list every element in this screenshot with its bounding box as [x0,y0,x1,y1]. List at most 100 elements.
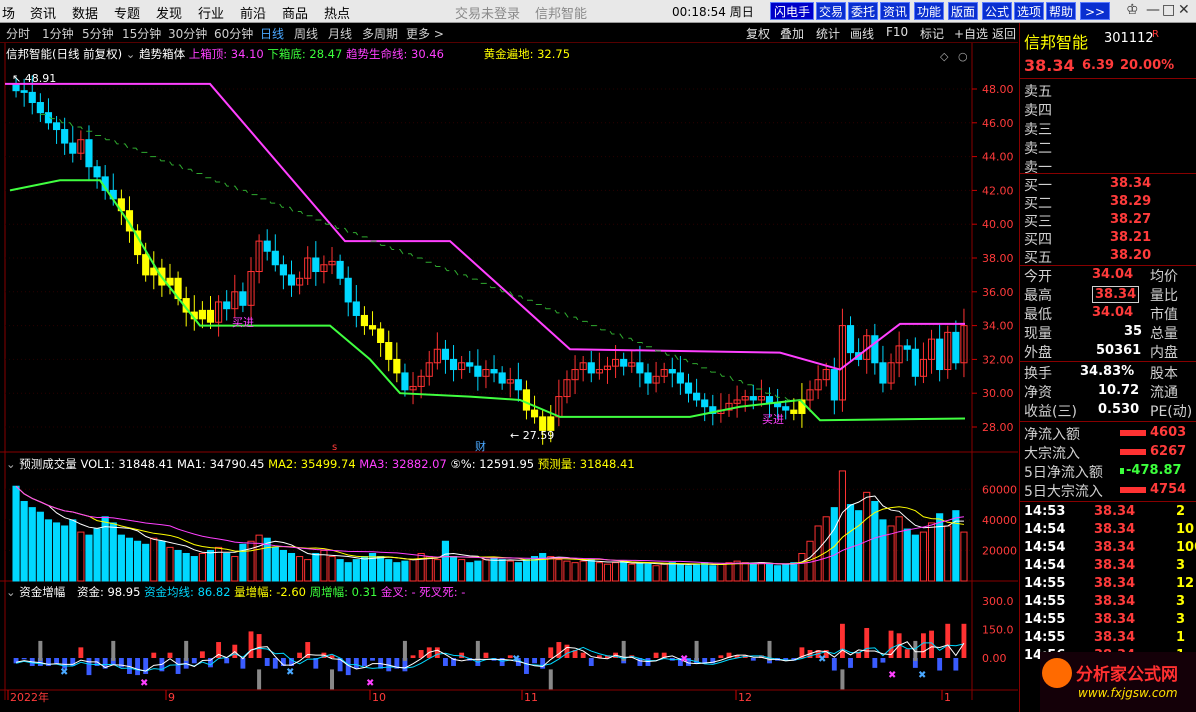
tick-time-0: 14:53 [1024,504,1066,519]
money-avg-label: 资金均线: 86.82 [144,585,231,599]
stat-label2-4: 内盘 [1150,345,1178,361]
buy-4-price: 38.21 [1110,230,1152,245]
volume-bar-52 [433,559,441,582]
candle-body-24 [206,309,215,323]
stock-price: 38.34 [1024,56,1075,75]
vol-legend-toggle-icon[interactable]: ⌄ [6,457,16,471]
buy-2-label[interactable]: 买二 [1024,193,1052,213]
volume-bar-94 [774,565,782,582]
minimize-icon[interactable]: — [1146,2,1160,18]
volume-bar-44 [368,552,377,582]
candle-body-57 [474,365,482,377]
maximize-icon[interactable]: □ [1162,2,1175,18]
options-button[interactable]: 选项 [1014,2,1044,20]
crown-icon[interactable]: ♔ [1126,2,1139,18]
candle-body-7 [69,142,77,154]
sell-3[interactable]: 卖三 [1024,119,1052,139]
volume-bar-114 [936,513,944,582]
volume-bar-113 [927,522,936,582]
money-gray-bar-57 [475,640,480,661]
candle-body-28 [239,291,247,306]
chart-area[interactable]: 48.00 46.00 44.00 42.00 40.00 38.00 36.00 34.00… [0,0,1018,712]
indicator-name[interactable]: 趋势箱体 [139,47,185,61]
volume-bar-85 [701,562,709,582]
price-tick-label-0: 48.00 [982,83,1014,96]
close-icon[interactable]: ✕ [1178,2,1190,18]
volume-bar-84 [693,563,701,582]
volume-bar-66 [547,556,555,582]
circle-icon: ○ [958,50,968,63]
gold-label: 黄金遍地: 32.75 [483,47,571,61]
volume-bar-55 [458,559,466,582]
candle-body-60 [498,372,506,384]
tick-volume-5: 3 [1176,594,1186,609]
volume-bar-115 [944,525,952,582]
tick-price-6: 38.34 [1094,612,1136,627]
flow-label-1: 大宗流入 [1024,446,1080,462]
candle-body-56 [466,362,474,367]
candle-body-48 [401,372,409,391]
price-tick-label-7: 34.00 [982,320,1014,333]
sell-2[interactable]: 卖二 [1024,138,1052,158]
volume-bar-82 [676,563,684,582]
volume-bar-21 [182,552,190,582]
buy-3-label[interactable]: 买三 [1024,211,1052,231]
legend-toggle-icon[interactable]: ⌄ [126,47,136,61]
volume-bar-47 [393,562,401,582]
candle-body-40 [336,260,344,279]
high-annotation: ↖ 48.91 [12,72,56,85]
vol1-label: VOL1: 31848.41 [80,457,174,471]
life-line [9,179,966,422]
flow-bar-2 [1120,468,1124,474]
volume-bar-80 [660,563,668,582]
sell-5[interactable]: 卖五 [1024,81,1052,101]
volume-bar-42 [352,559,360,582]
main-legend-name: 信邦智能(日线 前复权) [6,47,123,61]
candle-body-5 [52,122,61,131]
volume-bar-88 [725,562,733,582]
buy-4-label[interactable]: 买四 [1024,229,1052,249]
candle-body-95 [782,406,790,411]
candle-body-78 [644,372,652,384]
watermark-url: www.fxjgsw.com [1078,686,1178,700]
main-legend: 信邦智能(日线 前复权) ⌄ 趋势箱体 上箱顶: 34.10 下箱底: 28.4… [6,46,570,62]
candle-body-46 [385,342,393,360]
stat2-label2-0: 股本 [1150,366,1178,382]
golden-cross-label: 金叉: - [380,585,416,599]
stat-label-4: 外盘 [1024,345,1052,361]
box-top-label: 上箱顶: 34.10 [188,47,264,61]
sell-1[interactable]: 卖一 [1024,157,1052,177]
volume-bar-92 [757,562,765,582]
volume-bar-16 [142,543,150,582]
candle-body-85 [701,399,709,408]
flow-value-3: 4754 [1150,482,1187,497]
vol-legend-name[interactable]: 预测成交量 [19,457,77,471]
candle-body-106 [871,335,879,364]
watermark-title: 分析家公式网 [1076,665,1178,685]
buy-1-label[interactable]: 买一 [1024,175,1052,195]
cross-marker-1: ✖ [140,678,148,689]
volume-bar-12 [109,522,117,582]
volume-bar-91 [749,563,757,582]
tick-time-7: 14:55 [1024,630,1066,645]
flow-bar-3 [1120,487,1146,493]
vol-tick-label-2: 20000 [982,544,1017,557]
money-legend-toggle-icon[interactable]: ⌄ [6,585,16,599]
volume-bar-56 [466,562,474,582]
more-button[interactable]: >> [1080,2,1110,20]
candle-body-9 [85,139,93,168]
help-button[interactable]: 帮助 [1046,2,1076,20]
quote-panel: 信邦智能 301112 R 38.34 6.39 20.00% 卖五 卖四 卖三… [1019,23,1196,712]
money-legend-name[interactable]: 资金增幅 [19,585,65,599]
volume-bar-6 [61,525,69,582]
flow-value-2: -478.87 [1126,463,1182,478]
tick-volume-3: 3 [1176,558,1186,573]
stock-code: 301112 [1104,31,1154,46]
volume-bar-20 [174,549,182,582]
vol-tick-label-0: 60000 [982,483,1017,496]
tick-time-1: 14:54 [1024,522,1066,537]
sell-4[interactable]: 卖四 [1024,100,1052,120]
life-line-label: 趋势生命线: 30.46 [345,47,444,61]
tick-volume-1: 10 [1176,522,1195,537]
buy-5-label[interactable]: 买五 [1024,247,1052,267]
